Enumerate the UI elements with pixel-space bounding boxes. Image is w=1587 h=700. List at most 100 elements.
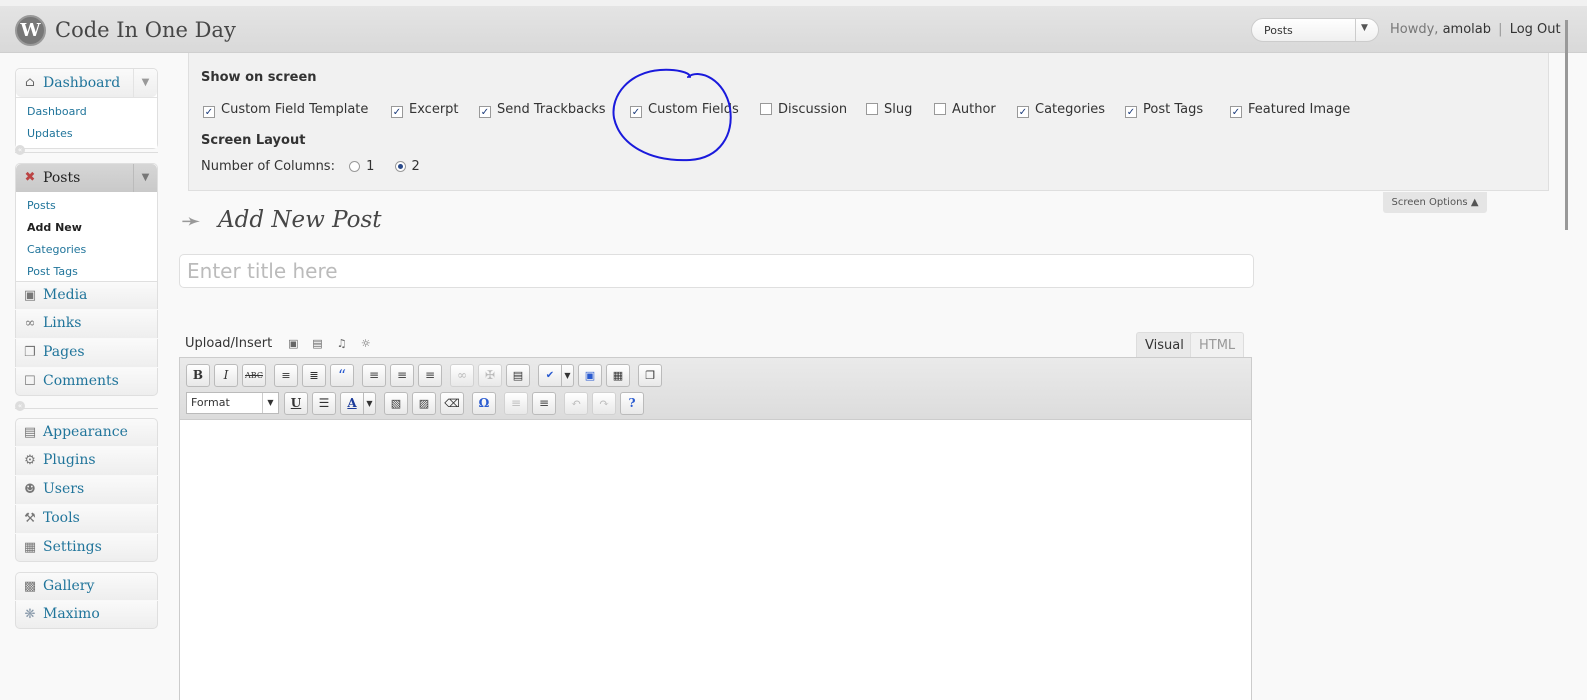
insert-link-icon[interactable]: ∞ <box>450 364 474 387</box>
menu-pages-label[interactable]: Pages <box>43 344 85 360</box>
menu-dashboard-label[interactable]: Dashboard <box>43 75 120 91</box>
menu-users[interactable]: ☻ Users <box>15 476 158 504</box>
justify-icon[interactable]: ☰ <box>312 392 336 415</box>
menu-media-label[interactable]: Media <box>43 287 87 303</box>
align-center-icon[interactable]: ≡ <box>390 364 414 387</box>
screen-options-tab[interactable]: Screen Options ▲ <box>1383 192 1487 213</box>
tab-html[interactable]: HTML <box>1190 332 1245 358</box>
menu-gallery-label[interactable]: Gallery <box>43 578 94 594</box>
menu-links-label[interactable]: Links <box>43 315 81 331</box>
favorite-actions-dropdown[interactable]: Posts ▼ <box>1251 18 1379 42</box>
scrollbar[interactable] <box>1565 20 1568 230</box>
columns-option-1[interactable]: 1 <box>349 159 374 174</box>
menu-pages[interactable]: ❐ Pages <box>15 339 158 367</box>
menu-tools[interactable]: ⚒ Tools <box>15 505 158 533</box>
chevron-down-icon[interactable]: ▼ <box>1361 23 1368 33</box>
radio-button[interactable] <box>349 161 361 172</box>
menu-separator[interactable]: « <box>15 145 158 156</box>
menu-tools-label[interactable]: Tools <box>43 510 80 526</box>
checkbox[interactable]: ✓ <box>203 106 215 118</box>
menu-appearance[interactable]: ▤ Appearance <box>15 418 158 446</box>
menu-settings[interactable]: ▦ Settings <box>15 534 158 562</box>
numbered-list-icon[interactable]: ≣ <box>302 364 326 387</box>
add-image-icon[interactable]: ▣ <box>286 337 300 350</box>
menu-maximo-label[interactable]: Maximo <box>43 606 100 622</box>
chevron-down-icon[interactable]: ▼ <box>364 392 376 415</box>
menu-separator[interactable]: « <box>15 401 158 412</box>
menu-users-label[interactable]: Users <box>43 481 84 497</box>
menu-settings-label[interactable]: Settings <box>43 539 102 555</box>
menu-links[interactable]: ∞ Links <box>15 310 158 338</box>
text-color-icon[interactable]: A <box>340 392 364 415</box>
checkbox[interactable] <box>760 103 772 115</box>
checkbox[interactable]: ✓ <box>1125 106 1137 118</box>
submenu-item-categories[interactable]: Categories <box>16 239 157 261</box>
columns-option-2[interactable]: 2 <box>394 159 420 174</box>
checkbox[interactable]: ✓ <box>479 106 491 118</box>
option-discussion[interactable]: Discussion <box>760 102 847 117</box>
site-title[interactable]: Code In One Day <box>55 18 236 42</box>
add-audio-icon[interactable]: ♫ <box>335 337 349 350</box>
menu-dashboard-header[interactable]: ⌂ Dashboard ▼ <box>16 69 157 97</box>
paste-word-icon[interactable]: ▨ <box>412 392 436 415</box>
checkbox[interactable]: ✓ <box>1017 106 1029 118</box>
fullscreen-icon[interactable]: ▣ <box>578 364 602 387</box>
submenu-item-post-tags[interactable]: Post Tags <box>16 261 157 283</box>
username-link[interactable]: amolab <box>1443 22 1491 37</box>
unlink-icon[interactable]: ✠ <box>478 364 502 387</box>
tab-visual[interactable]: Visual <box>1136 332 1193 358</box>
menu-plugins[interactable]: ⚙ Plugins <box>15 447 158 475</box>
submenu-item-updates[interactable]: Updates <box>16 123 157 145</box>
indent-icon[interactable]: ≡ <box>532 392 556 415</box>
option-custom-field-template[interactable]: ✓ Custom Field Template <box>203 102 368 118</box>
option-categories[interactable]: ✓ Categories <box>1017 102 1105 118</box>
menu-appearance-label[interactable]: Appearance <box>43 424 128 440</box>
option-featured-image[interactable]: ✓ Featured Image <box>1230 102 1350 118</box>
checkbox[interactable]: ✓ <box>391 106 403 118</box>
spellcheck-icon[interactable]: ✔ <box>538 364 562 387</box>
bullet-list-icon[interactable]: ≡ <box>274 364 298 387</box>
chevron-down-icon[interactable]: ▼ <box>562 364 574 387</box>
menu-comments-label[interactable]: Comments <box>43 373 119 389</box>
menu-toggle-icon[interactable]: ▼ <box>133 69 157 97</box>
remove-format-icon[interactable]: ⌫ <box>440 392 464 415</box>
bold-icon[interactable]: B <box>186 364 210 387</box>
menu-toggle-icon[interactable]: ▼ <box>133 164 157 192</box>
help-icon[interactable]: ? <box>620 392 644 415</box>
blockquote-icon[interactable]: “ <box>330 364 354 387</box>
radio-button[interactable] <box>394 161 406 172</box>
menu-gallery[interactable]: ▩ Gallery <box>15 572 158 600</box>
checkbox[interactable] <box>934 103 946 115</box>
submenu-item-add-new[interactable]: Add New <box>16 217 157 239</box>
option-custom-fields[interactable]: ✓ Custom Fields <box>630 102 739 118</box>
undo-icon[interactable]: ↶ <box>564 392 588 415</box>
align-left-icon[interactable]: ≡ <box>362 364 386 387</box>
kitchen-sink-icon[interactable]: ▦ <box>606 364 630 387</box>
menu-maximo[interactable]: ❋ Maximo <box>15 601 158 629</box>
strikethrough-icon[interactable]: ABC <box>242 364 266 387</box>
menu-comments[interactable]: ☐ Comments <box>15 368 158 396</box>
menu-plugins-label[interactable]: Plugins <box>43 452 96 468</box>
paste-text-icon[interactable]: ▧ <box>384 392 408 415</box>
option-excerpt[interactable]: ✓ Excerpt <box>391 102 459 118</box>
add-media-icon[interactable]: ☼ <box>359 337 373 350</box>
submenu-item-posts[interactable]: Posts <box>16 195 157 217</box>
chevron-down-icon[interactable]: ▼ <box>262 393 278 413</box>
checkbox[interactable]: ✓ <box>1230 106 1242 118</box>
outdent-icon[interactable]: ≡ <box>504 392 528 415</box>
option-slug[interactable]: Slug <box>866 102 912 117</box>
add-video-icon[interactable]: ▤ <box>311 337 325 350</box>
add-gallery-icon[interactable]: ❐ <box>638 364 662 387</box>
option-send-trackbacks[interactable]: ✓ Send Trackbacks <box>479 102 606 118</box>
special-character-icon[interactable]: Ω <box>472 392 496 415</box>
italic-icon[interactable]: I <box>214 364 238 387</box>
checkbox[interactable]: ✓ <box>630 106 642 118</box>
redo-icon[interactable]: ↷ <box>592 392 616 415</box>
post-title-input[interactable] <box>179 254 1254 288</box>
submenu-item-dashboard[interactable]: Dashboard <box>16 101 157 123</box>
wordpress-logo-icon[interactable]: W <box>15 15 46 46</box>
format-select[interactable]: Format ▼ <box>186 392 279 414</box>
menu-posts-header[interactable]: ✖ Posts ▼ <box>16 164 157 192</box>
logout-link[interactable]: Log Out <box>1510 22 1561 37</box>
checkbox[interactable] <box>866 103 878 115</box>
